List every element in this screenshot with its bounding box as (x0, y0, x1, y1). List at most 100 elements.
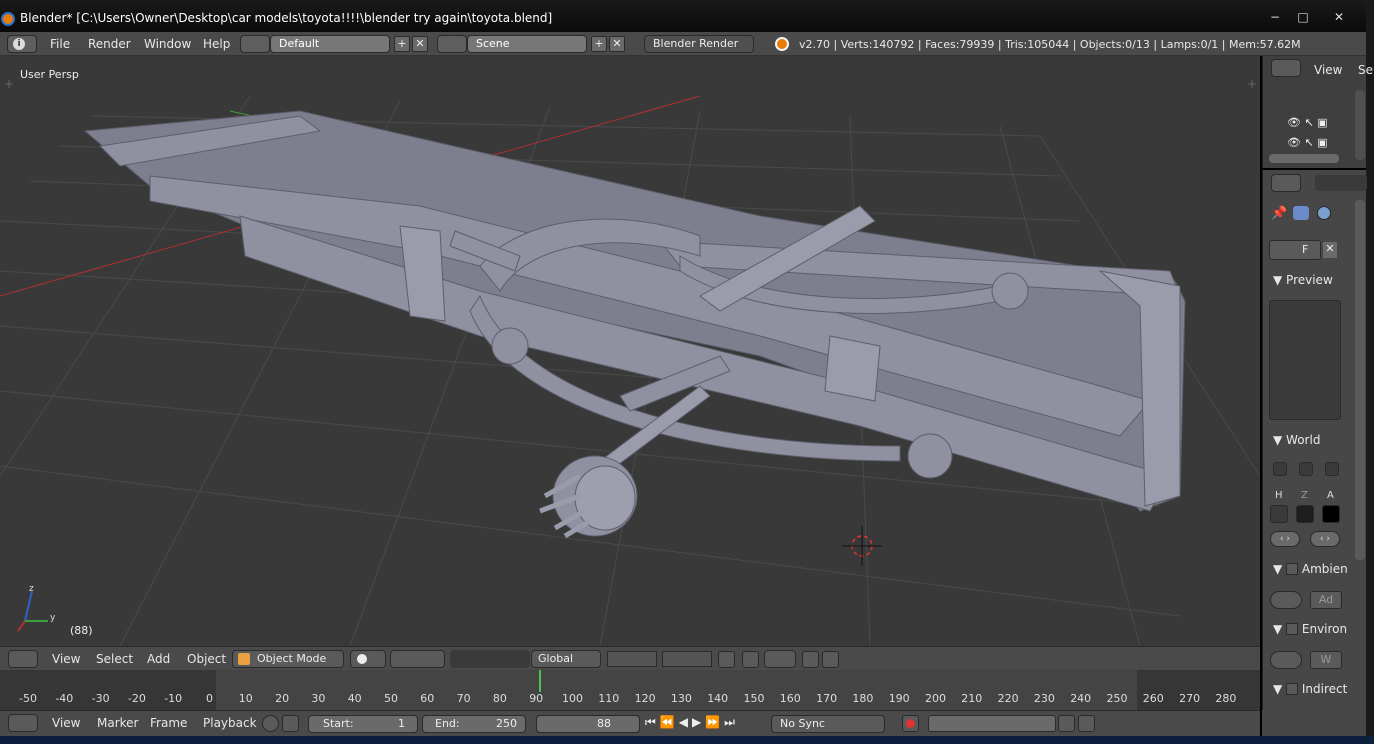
window-border (1366, 0, 1374, 744)
remove-scene-icon[interactable]: ✕ (609, 36, 625, 52)
environment-checkbox[interactable] (1286, 623, 1299, 635)
timeline-menu-marker[interactable]: Marker (97, 716, 138, 730)
outliner-row-1-icons[interactable]: 👁 ↖ ▣ (1287, 116, 1328, 129)
color-next-button[interactable]: ‹ › (1310, 531, 1340, 547)
timeline-header: View Marker Frame Playback Start: 1 End:… (0, 710, 1260, 736)
keying-set-field[interactable] (928, 715, 1056, 732)
horizon-color-swatch[interactable] (1270, 505, 1288, 523)
view3d-menu-view[interactable]: View (52, 652, 80, 666)
pivot-point-select[interactable] (390, 650, 445, 668)
outliner-hscrollbar[interactable] (1269, 154, 1339, 163)
close-button[interactable]: ✕ (1326, 8, 1352, 26)
timeline-tick-label: 10 (238, 692, 253, 705)
delete-keyframe-icon[interactable] (1078, 715, 1095, 732)
world-label: World (1286, 433, 1321, 447)
gizmo-y-label: y (50, 613, 56, 623)
viewport-plus-left[interactable]: + (4, 77, 14, 91)
view3d-menu-select[interactable]: Select (96, 652, 133, 666)
menu-window[interactable]: Window (144, 37, 191, 51)
window-title-bar: Blender* [C:\Users\Owner\Desktop\car mod… (0, 0, 1366, 32)
record-button[interactable] (902, 715, 919, 732)
end-frame-field[interactable]: End: 250 (422, 715, 526, 733)
manipulator-toggles[interactable] (450, 650, 530, 668)
current-frame-field[interactable]: 88 (536, 715, 640, 733)
editor-type-button[interactable]: i (7, 35, 37, 53)
ambient-panel-header[interactable]: ▼ Ambien (1273, 562, 1348, 576)
timeline-tick-label: 270 (1179, 692, 1201, 705)
scene-field[interactable]: Scene (467, 35, 587, 53)
view3d-menu-object[interactable]: Object (187, 652, 226, 666)
screen-layout-field[interactable]: Default (270, 35, 390, 53)
environment-toggle[interactable] (1270, 651, 1302, 669)
ambient-toggle[interactable] (1270, 591, 1302, 609)
proportional-edit-icon[interactable] (742, 651, 759, 668)
environment-field[interactable]: W (1310, 651, 1342, 669)
world-option-2[interactable] (1299, 462, 1313, 476)
outliner-search-menu[interactable]: Se (1358, 63, 1373, 77)
snap-select[interactable] (764, 650, 796, 668)
scene-context-icon[interactable] (1293, 206, 1309, 220)
outliner-vscrollbar[interactable] (1355, 90, 1365, 160)
unlink-world-icon[interactable]: ✕ (1323, 242, 1337, 258)
layers-grid-2[interactable] (662, 651, 712, 667)
menu-render[interactable]: Render (88, 37, 131, 51)
render-icon[interactable] (802, 651, 819, 668)
screen-layout-icon[interactable] (240, 35, 270, 53)
layer-lock-icon[interactable] (718, 651, 735, 668)
timeline-area[interactable]: -50 -40 -30 -20 -10 0 10 20 30 40 50 60 70 80 90 100 110… (0, 670, 1260, 710)
world-context-icon[interactable] (1317, 206, 1331, 220)
timeline-tick-label: 210 (961, 692, 983, 705)
world-option-1[interactable] (1273, 462, 1287, 476)
indirect-panel-header[interactable]: ▼ Indirect (1273, 682, 1347, 696)
world-datablock-field[interactable]: F (1269, 240, 1321, 260)
keying-set-icon[interactable] (262, 715, 279, 732)
properties-vscrollbar[interactable] (1355, 200, 1365, 560)
timeline-menu-playback[interactable]: Playback (203, 716, 257, 730)
maximize-button[interactable]: □ (1290, 8, 1316, 26)
preview-panel-header[interactable]: ▼ Preview (1273, 273, 1333, 287)
environment-label: Environ (1301, 622, 1348, 636)
render-engine-select[interactable]: Blender Render (644, 35, 754, 53)
timeline-editor-type[interactable] (8, 714, 38, 732)
ambient-checkbox[interactable] (1286, 563, 1299, 575)
sync-mode-select[interactable]: No Sync (771, 715, 885, 733)
transform-orientation-select[interactable]: Global (531, 650, 601, 668)
scene-icon[interactable] (437, 35, 467, 53)
zenith-color-swatch[interactable] (1296, 505, 1314, 523)
color-prev-button[interactable]: ‹ › (1270, 531, 1300, 547)
pin-icon[interactable]: 📌 (1271, 206, 1287, 221)
menu-help[interactable]: Help (203, 37, 230, 51)
layers-grid-1[interactable] (607, 651, 657, 667)
add-scene-icon[interactable]: + (591, 36, 607, 52)
environment-panel-header[interactable]: ▼ Environ (1273, 622, 1347, 636)
indirect-checkbox[interactable] (1286, 683, 1299, 695)
world-option-3[interactable] (1325, 462, 1339, 476)
timeline-menu-view[interactable]: View (52, 716, 80, 730)
properties-context-tabs[interactable] (1315, 175, 1367, 191)
lock-icon[interactable] (282, 715, 299, 732)
outliner-editor-type[interactable] (1271, 59, 1301, 77)
insert-keyframe-icon[interactable] (1058, 715, 1075, 732)
current-frame-marker[interactable] (539, 670, 541, 692)
render-animation-icon[interactable] (822, 651, 839, 668)
viewport-shading-select[interactable] (350, 650, 386, 668)
remove-screen-icon[interactable]: ✕ (412, 36, 428, 52)
3d-viewport[interactable]: + + User Persp (88) z y (0, 56, 1260, 646)
world-panel-header[interactable]: ▼ World (1273, 433, 1320, 447)
playback-controls[interactable]: ⏮⏪◀▶⏩⏭ (645, 715, 765, 733)
timeline-menu-frame[interactable]: Frame (150, 716, 187, 730)
view3d-menu-add[interactable]: Add (147, 652, 170, 666)
start-frame-field[interactable]: Start: 1 (308, 715, 418, 733)
minimize-button[interactable]: − (1262, 8, 1288, 26)
ambient-blend-field[interactable]: Ad (1310, 591, 1342, 609)
ambient-color-swatch[interactable] (1322, 505, 1340, 523)
add-screen-icon[interactable]: + (394, 36, 410, 52)
menu-file[interactable]: File (50, 37, 70, 51)
outliner-row-2-icons[interactable]: 👁 ↖ ▣ (1287, 136, 1328, 149)
timeline-tick-label: 150 (743, 692, 765, 705)
timeline-tick-label: 20 (275, 692, 290, 705)
viewport-plus-right[interactable]: + (1247, 77, 1257, 91)
properties-editor-type[interactable] (1271, 174, 1301, 192)
outliner-view-menu[interactable]: View (1314, 63, 1342, 77)
3d-view-editor-type[interactable] (8, 650, 38, 668)
